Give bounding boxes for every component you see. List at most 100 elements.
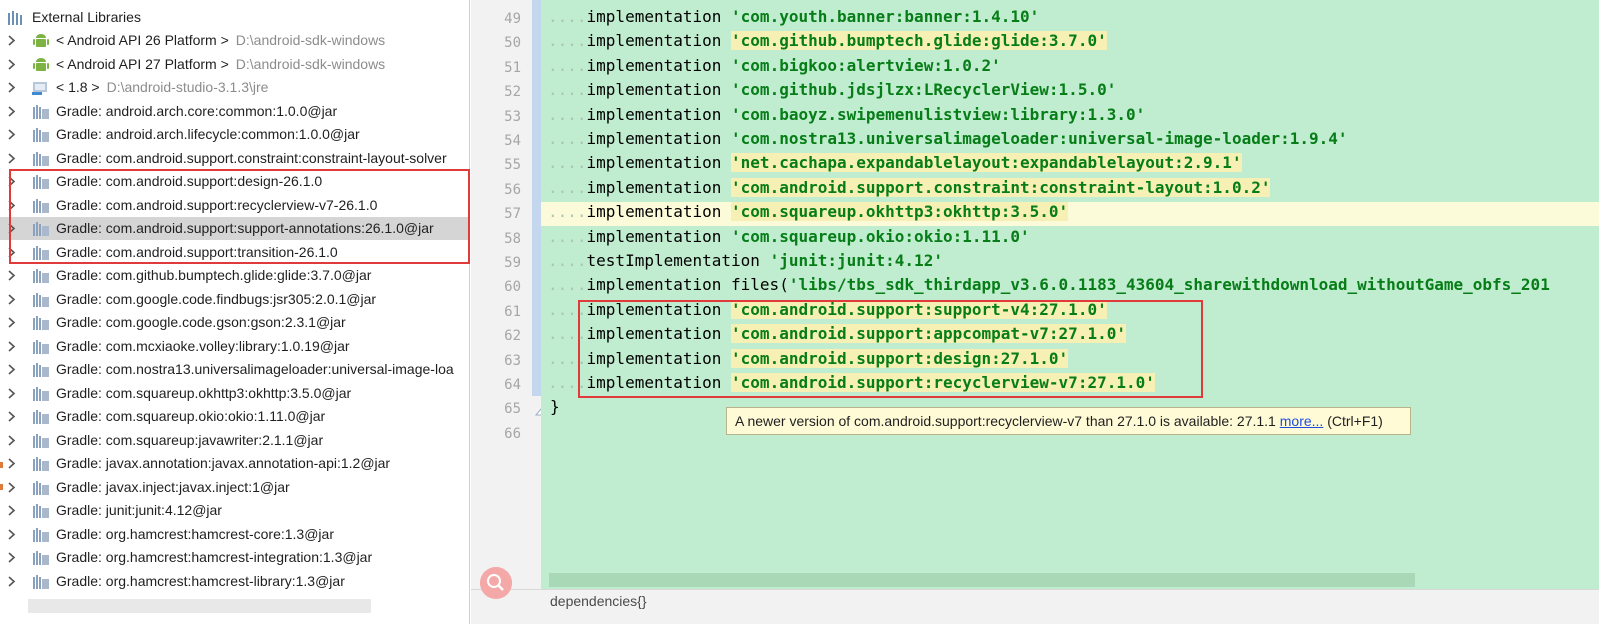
code-line[interactable]: ....implementation 'com.bigkoo:alertview… [541, 56, 1599, 80]
chevron-right-icon[interactable] [7, 317, 17, 328]
tree-item[interactable]: Gradle: com.squareup.okio:okio:1.11.0@ja… [0, 405, 469, 428]
code-line[interactable]: ....implementation 'com.squareup.okio:ok… [541, 227, 1599, 251]
line-number: 63 [504, 352, 521, 369]
chevron-right-icon[interactable] [7, 552, 17, 563]
tree-item[interactable]: Gradle: com.google.code.gson:gson:2.3.1@… [0, 311, 469, 334]
breadcrumb[interactable]: dependencies{} [550, 593, 647, 609]
tree-item-label: Gradle: com.android.support.constraint:c… [56, 149, 447, 166]
tree-item[interactable]: Gradle: javax.inject:javax.inject:1@jar [0, 476, 469, 499]
chevron-right-icon[interactable] [7, 340, 17, 352]
code-line[interactable]: ....testImplementation 'junit:junit:4.12… [541, 251, 1599, 275]
code-string: 'com.baoyz.swipemenulistview:library:1.3… [731, 104, 1146, 124]
code-line[interactable]: ....implementation 'com.youth.banner:ban… [541, 7, 1599, 31]
jar-library-icon [33, 363, 49, 377]
tree-item[interactable]: Gradle: com.squareup:javawriter:2.1.1@ja… [0, 429, 469, 452]
tree-item[interactable]: Gradle: com.mcxiaoke.volley:library:1.0.… [0, 335, 469, 358]
chevron-right-icon[interactable] [7, 505, 17, 516]
chevron-right-icon[interactable] [7, 129, 17, 140]
line-number: 57 [504, 206, 521, 223]
code-keyword: testImplementation [586, 251, 770, 270]
chevron-right-icon[interactable] [7, 481, 17, 493]
chevron-right-icon[interactable] [7, 411, 17, 422]
chevron-right-icon[interactable] [7, 293, 17, 305]
chevron-right-icon[interactable] [7, 364, 17, 375]
chevron-right-icon[interactable] [7, 458, 17, 469]
tree-item-label: Gradle: com.mcxiaoke.volley:library:1.0.… [56, 337, 350, 354]
indent-guide: .... [548, 202, 587, 222]
fold-region-marker [532, 0, 541, 396]
tree-item[interactable]: Gradle: com.github.bumptech.glide:glide:… [0, 264, 469, 287]
tree-item[interactable]: < Android API 26 Platform > D:\android-sd… [0, 29, 469, 52]
chevron-right-icon[interactable] [7, 82, 17, 93]
tree-item-label: Gradle: org.hamcrest:hamcrest-core:1.3@j… [56, 525, 334, 542]
tree-item[interactable]: Gradle: junit:junit:4.12@jar [0, 499, 469, 522]
line-number: 60 [504, 279, 521, 296]
chevron-right-icon[interactable] [7, 58, 17, 70]
search-icon[interactable] [480, 567, 512, 599]
library-icon [8, 11, 22, 25]
jar-library-icon [33, 151, 49, 166]
line-number: 55 [504, 157, 521, 174]
code-line[interactable]: ....implementation 'com.squareup.okhttp3… [541, 202, 1599, 227]
tooltip-more-link[interactable]: more... [1280, 413, 1324, 429]
code-keyword: implementation [586, 31, 732, 51]
indent-guide: .... [548, 226, 587, 246]
code-line[interactable]: ....implementation 'com.nostra13.univers… [541, 129, 1599, 153]
editor-horizontal-scrollbar[interactable] [549, 573, 1415, 587]
code-line[interactable]: ....implementation 'net.cachapa.expandab… [541, 153, 1599, 177]
line-number: 49 [504, 11, 521, 27]
tree-item[interactable]: Gradle: android.arch.core:common:1.0.0@j… [0, 100, 469, 123]
chevron-right-icon[interactable] [7, 152, 17, 164]
line-number: 52 [504, 84, 521, 101]
chevron-right-icon[interactable] [7, 387, 17, 399]
code-line[interactable]: ....implementation files('libs/tbs_sdk_t… [541, 275, 1599, 299]
tree-item-label: < Android API 27 Platform > D:\android-sd… [56, 55, 386, 72]
code-string: 'com.youth.banner:banner:1.4.10' [731, 7, 1040, 26]
tooltip-shortcut: (Ctrl+F1) [1323, 413, 1383, 429]
code-line[interactable]: ....implementation 'com.github.bumptech.… [541, 31, 1599, 55]
jdk-icon [32, 82, 47, 95]
code-keyword: implementation [586, 226, 732, 246]
tree-item[interactable]: < 1.8 > D:\android-studio-3.1.3\jre [0, 76, 469, 99]
chevron-right-icon[interactable] [7, 105, 17, 117]
tree-item[interactable]: Gradle: org.hamcrest:hamcrest-integratio… [0, 546, 469, 569]
chevron-right-icon[interactable] [7, 575, 17, 587]
line-number: 61 [504, 303, 521, 320]
tree-item-label: Gradle: com.squareup:javawriter:2.1.1@ja… [56, 431, 324, 448]
jar-library-icon [33, 316, 49, 330]
android-icon [33, 34, 49, 47]
tree-item-label: Gradle: com.github.bumptech.glide:glide:… [56, 267, 372, 283]
line-number: 66 [504, 425, 521, 442]
tree-item-label: Gradle: javax.inject:javax.inject:1@jar [56, 478, 290, 495]
code-line[interactable]: ....implementation 'com.github.jdsjlzx:L… [541, 80, 1599, 104]
tree-item[interactable]: Gradle: com.squareup.okhttp3:okhttp:3.5.… [0, 382, 469, 405]
line-number: 54 [504, 133, 521, 149]
annotation-box-code [578, 300, 1203, 398]
tree-item[interactable]: Gradle: com.android.support.constraint:c… [0, 147, 469, 170]
tree-item[interactable]: Gradle: com.nostra13.universalimageloade… [0, 358, 469, 381]
chevron-right-icon[interactable] [7, 434, 17, 446]
jar-library-icon [33, 574, 49, 589]
tree-item[interactable]: Gradle: android.arch.lifecycle:common:1.… [0, 123, 469, 146]
indent-guide: .... [548, 275, 587, 295]
tree-item-label: Gradle: com.squareup.okhttp3:okhttp:3.5.… [56, 384, 352, 401]
tree-item[interactable]: Gradle: org.hamcrest:hamcrest-core:1.3@j… [0, 523, 469, 546]
tree-item[interactable]: Gradle: com.google.code.findbugs:jsr305:… [0, 288, 469, 311]
tree-item[interactable]: Gradle: javax.annotation:javax.annotatio… [0, 452, 469, 475]
jar-library-icon [33, 128, 49, 142]
jar-library-icon [33, 480, 49, 495]
project-tree: External Libraries < Android API 26 Plat… [0, 0, 470, 624]
version-tooltip: A newer version of com.android.support:r… [726, 407, 1411, 435]
chevron-right-icon[interactable] [7, 270, 17, 281]
indent-guide: .... [548, 104, 587, 124]
code-line[interactable]: ....implementation 'com.baoyz.swipemenul… [541, 105, 1599, 129]
code-line[interactable]: ....implementation 'com.android.support.… [541, 177, 1599, 202]
code-editor[interactable]: ....implementation 'com.youth.banner:ban… [541, 0, 1599, 589]
tree-root-external-libraries[interactable]: External Libraries [0, 6, 469, 29]
chevron-right-icon[interactable] [7, 35, 17, 46]
tree-horizontal-scrollbar[interactable] [28, 599, 371, 613]
tree-item[interactable]: < Android API 27 Platform > D:\android-sd… [0, 53, 469, 76]
chevron-right-icon[interactable] [7, 528, 17, 540]
tree-item[interactable]: Gradle: org.hamcrest:hamcrest-library:1.… [0, 570, 469, 593]
code-keyword: implementation files( [586, 275, 789, 295]
